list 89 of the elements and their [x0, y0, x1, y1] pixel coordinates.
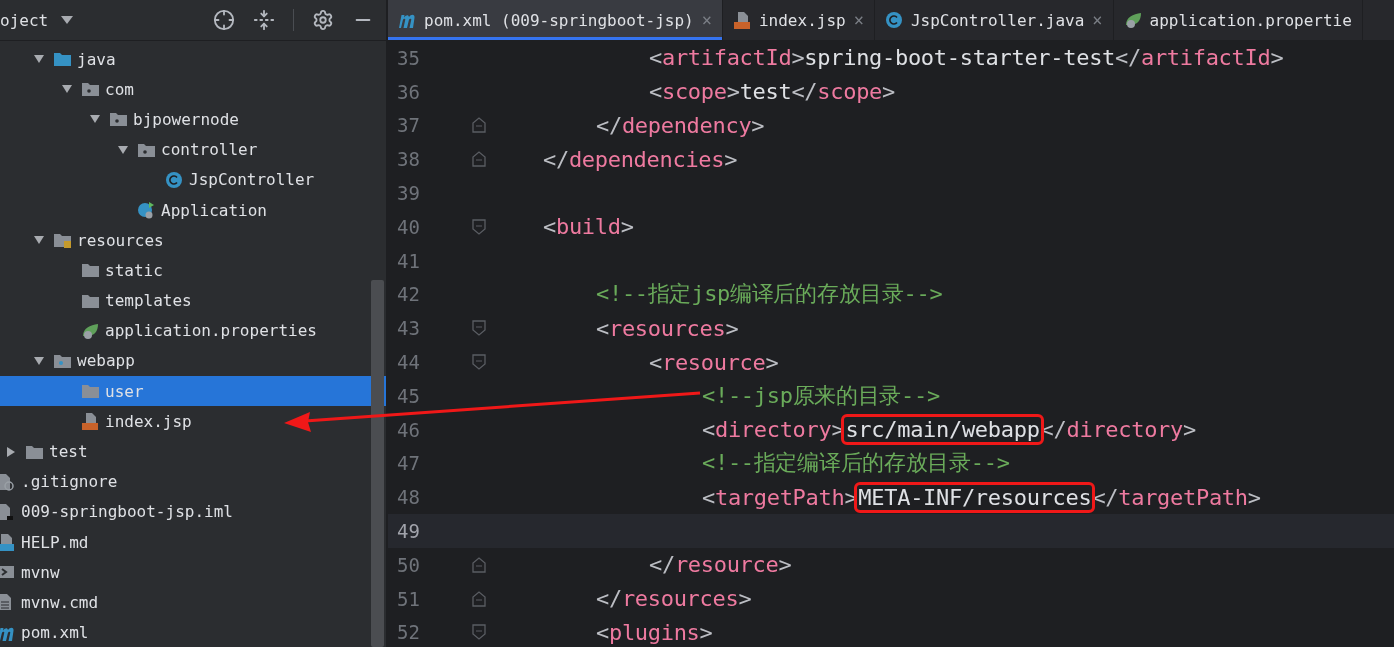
editor-tab[interactable]: application.propertie — [1113, 0, 1363, 40]
fold-marker-icon[interactable] — [472, 218, 486, 235]
line-number: 51 — [396, 587, 420, 610]
line-number: 40 — [396, 215, 420, 238]
tree-item[interactable]: JspController — [0, 164, 386, 195]
editor-tab[interactable]: index.jsp × — [722, 0, 875, 40]
leaf-icon — [1123, 11, 1142, 29]
fold-marker-icon[interactable] — [472, 590, 486, 607]
line-number: 47 — [396, 452, 420, 475]
tree-item[interactable]: bjpowernode — [0, 104, 386, 135]
fold-marker-icon[interactable] — [472, 624, 486, 641]
line-number: 48 — [396, 486, 420, 509]
tree-item[interactable]: application.properties — [0, 315, 386, 346]
class-icon — [884, 11, 903, 29]
tree-item[interactable]: resources — [0, 225, 386, 256]
code-line: <resources> — [596, 315, 739, 341]
tree-item[interactable]: controller — [0, 134, 386, 165]
line-number: 45 — [396, 384, 420, 407]
tree-item[interactable]: static — [0, 255, 386, 286]
line-number: 43 — [396, 317, 420, 340]
fold-marker-icon[interactable] — [472, 556, 486, 573]
scrollbar-thumb[interactable] — [371, 280, 384, 647]
code-line: <artifactId>spring-boot-starter-test</artifactId> — [649, 45, 1284, 71]
line-number: 44 — [396, 351, 420, 374]
dropdown-caret-icon[interactable] — [60, 15, 75, 25]
folder-icon — [81, 382, 99, 401]
code-comment: <!--jsp原来的目录--> — [702, 381, 940, 410]
tree-item[interactable]: Application — [0, 194, 386, 226]
line-number: 46 — [396, 418, 420, 441]
code-line: </resource> — [649, 552, 792, 578]
markdown-file-icon — [0, 533, 15, 552]
jsp-file-icon — [732, 11, 751, 29]
line-number: 41 — [396, 249, 420, 272]
tree-item[interactable]: webapp — [0, 345, 386, 377]
spring-app-icon — [137, 201, 155, 220]
tree-item[interactable]: templates — [0, 285, 386, 316]
folder-icon — [53, 50, 71, 69]
tree-item[interactable]: pom.xml — [0, 617, 386, 647]
expanded-arrow-icon[interactable] — [33, 354, 45, 367]
code-line: </resources> — [596, 586, 752, 612]
line-number: 50 — [396, 553, 420, 576]
class-icon — [165, 170, 183, 189]
code-line: <scope>test</scope> — [649, 79, 895, 105]
line-number: 36 — [396, 80, 420, 103]
line-number: 52 — [396, 621, 420, 644]
fold-marker-icon[interactable] — [472, 354, 486, 371]
expanded-arrow-icon[interactable] — [117, 143, 129, 156]
code-comment: <!--指定jsp编译后的存放目录--> — [596, 280, 943, 309]
module-file-icon — [0, 502, 15, 521]
code-comment: <!--指定编译后的存放目录--> — [702, 449, 1010, 478]
line-number: 39 — [396, 182, 420, 205]
settings-icon[interactable] — [312, 9, 334, 31]
fold-marker-icon[interactable] — [472, 320, 486, 337]
line-number: 37 — [396, 114, 420, 137]
close-icon[interactable]: × — [853, 10, 864, 30]
line-number: 38 — [396, 148, 420, 171]
line-number: 42 — [396, 283, 420, 306]
tree-item[interactable]: java — [0, 44, 386, 75]
code-line: <plugins> — [596, 619, 713, 645]
code-line: </dependencies> — [543, 146, 738, 172]
tree-item[interactable]: com — [0, 74, 386, 105]
tree-item[interactable]: .gitignore — [0, 466, 386, 497]
collapsed-arrow-icon[interactable] — [5, 445, 17, 458]
line-number: 49 — [396, 520, 420, 543]
editor-tab[interactable]: pom.xml (009-springboot-jsp) × — [388, 0, 723, 40]
package-folder-icon — [109, 110, 127, 129]
editor-tab[interactable]: JspController.java × — [874, 0, 1114, 40]
close-icon[interactable]: × — [1092, 10, 1103, 30]
panel-title[interactable]: oject — [0, 10, 49, 30]
package-folder-icon — [81, 80, 99, 99]
line-number: 35 — [396, 46, 420, 69]
tree-item[interactable]: index.jsp — [0, 406, 386, 437]
fold-marker-icon[interactable] — [472, 117, 486, 134]
collapse-all-icon[interactable] — [253, 9, 275, 31]
tree-item[interactable]: mvnw.cmd — [0, 587, 386, 618]
code-line: </dependency> — [596, 113, 765, 138]
tree-item[interactable]: test — [0, 436, 386, 467]
code-line: <build> — [543, 214, 634, 240]
folder-icon — [81, 261, 99, 280]
resources-folder-icon — [53, 231, 71, 250]
fold-marker-icon[interactable] — [472, 151, 486, 168]
jsp-file-icon — [81, 412, 99, 431]
tree-item[interactable]: mvnw — [0, 557, 386, 588]
tree-item[interactable]: 009-springboot-jsp.iml — [0, 496, 386, 527]
ignore-file-icon — [0, 472, 15, 491]
locate-icon[interactable] — [213, 9, 235, 31]
code-line: <resource> — [649, 349, 779, 375]
tree-item[interactable]: HELP.md — [0, 527, 386, 558]
leaf-icon — [81, 321, 99, 340]
